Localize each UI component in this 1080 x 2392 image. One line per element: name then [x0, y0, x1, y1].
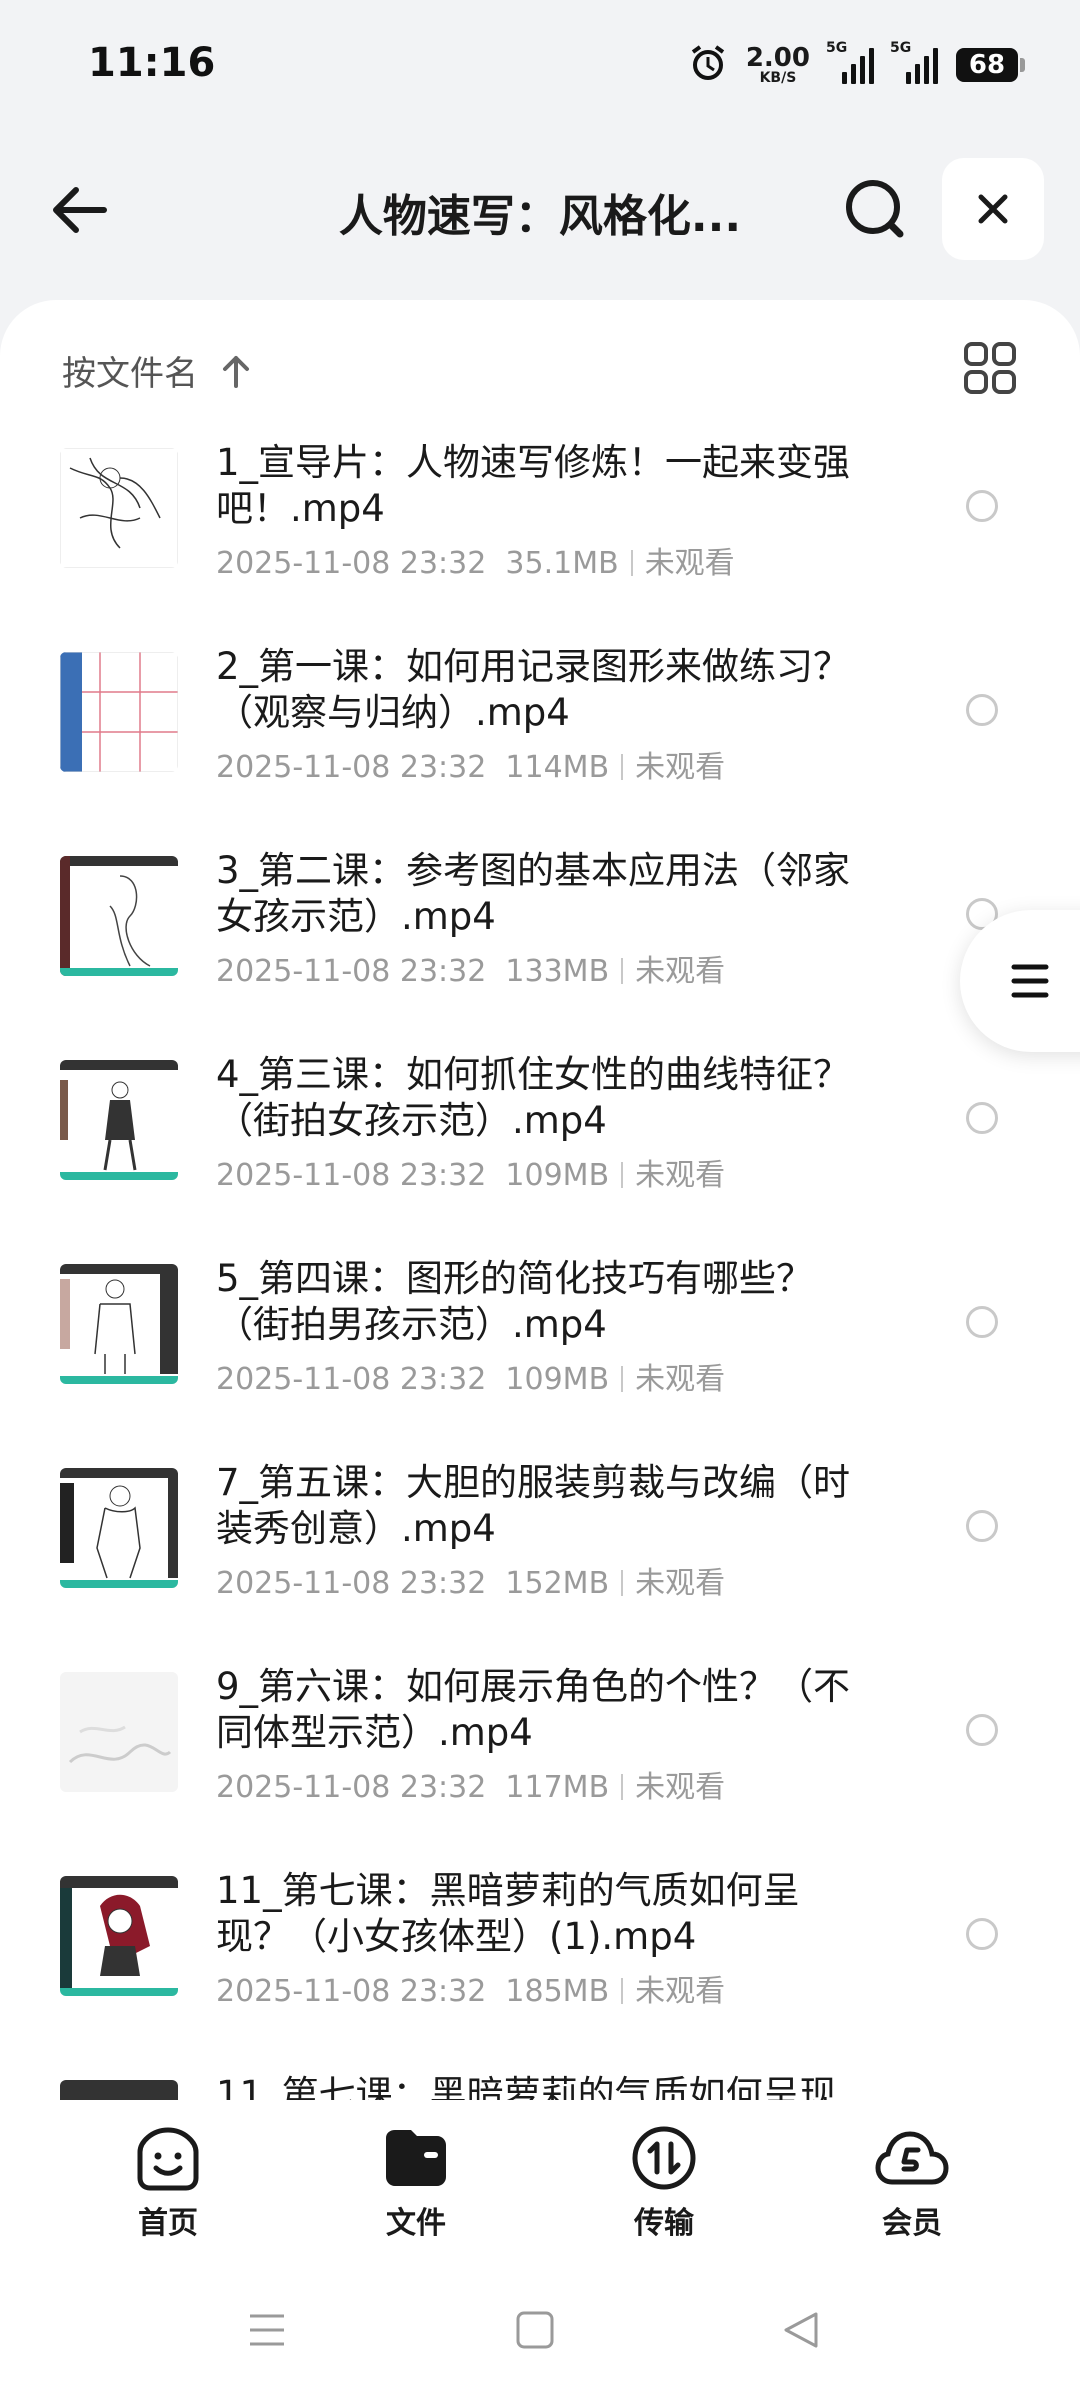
search-icon — [846, 180, 904, 238]
signal-icon: 5G — [826, 40, 874, 84]
grid-view-button[interactable] — [962, 340, 1018, 396]
status-bar: 11:16 2.00 KB/S 5G 5G 68 — [0, 0, 1080, 130]
file-name: 1_宣导片：人物速写修炼！一起来变强吧！.mp4 — [216, 441, 851, 530]
nav-transfer[interactable]: 传输 — [589, 2124, 739, 2242]
file-meta: 2025-11-08 23:32 185MB 未观看 — [216, 1974, 726, 2009]
status-time: 11:16 — [88, 40, 216, 86]
back-triangle-icon — [784, 2312, 818, 2348]
system-nav — [0, 2260, 1080, 2392]
header: 人物速写：风格化... — [0, 150, 1080, 270]
file-item[interactable]: 5_第四课：图形的简化技巧有哪些？（街拍男孩示范）.mp4 2025-11-08… — [0, 1256, 1080, 1460]
file-item[interactable]: 1_宣导片：人物速写修炼！一起来变强吧！.mp4 2025-11-08 23:3… — [0, 440, 1080, 644]
file-name: 11_第七课：黑暗萝莉的气质如何呈现？（小女孩体型）(1).mp4 — [216, 1869, 800, 1958]
video-thumbnail — [60, 1468, 178, 1588]
file-meta: 2025-11-08 23:32 117MB 未观看 — [216, 1770, 726, 1805]
video-thumbnail — [60, 856, 178, 976]
file-name: 5_第四课：图形的简化技巧有哪些？（街拍男孩示范）.mp4 — [216, 1257, 814, 1346]
signal-icon-2: 5G — [890, 40, 938, 84]
grid-view-icon — [964, 342, 1016, 394]
bottom-nav: 首页 文件 传输 会员 — [0, 2100, 1080, 2260]
system-home-button[interactable] — [505, 2300, 565, 2360]
battery-icon: 68 — [956, 48, 1025, 82]
alarm-icon — [688, 43, 728, 87]
select-checkbox[interactable] — [966, 490, 998, 522]
video-thumbnail — [60, 1060, 178, 1180]
network-speed: 2.00 KB/S — [745, 43, 810, 86]
transfer-icon — [632, 2126, 696, 2190]
system-back-button[interactable] — [770, 2300, 830, 2360]
file-item[interactable]: 7_第五课：大胆的服装剪裁与改编（时装秀创意）.mp4 2025-11-08 2… — [0, 1460, 1080, 1664]
nav-home[interactable]: 首页 — [93, 2124, 243, 2242]
vip-cloud-icon — [875, 2131, 949, 2185]
page-title: 人物速写：风格化... — [338, 191, 742, 242]
close-button[interactable] — [942, 158, 1044, 260]
file-item[interactable]: 11_第七课：黑暗萝莉的气质如何呈现 — [0, 2072, 1080, 2100]
file-meta: 2025-11-08 23:32 109MB 未观看 — [216, 1362, 726, 1397]
menu-icon — [250, 2314, 284, 2346]
video-thumbnail — [60, 1672, 178, 1792]
video-thumbnail — [60, 2080, 178, 2100]
nav-vip[interactable]: 会员 — [837, 2124, 987, 2242]
select-checkbox[interactable] — [966, 694, 998, 726]
sort-control[interactable]: 按文件名 — [62, 346, 252, 395]
file-name: 9_第六课：如何展示角色的个性？（不同体型示范）.mp4 — [216, 1665, 851, 1754]
file-item[interactable]: 9_第六课：如何展示角色的个性？（不同体型示范）.mp4 2025-11-08 … — [0, 1664, 1080, 1868]
home-face-icon — [137, 2127, 199, 2191]
file-meta: 2025-11-08 23:32 133MB 未观看 — [216, 954, 726, 989]
file-item[interactable]: 4_第三课：如何抓住女性的曲线特征？（街拍女孩示范）.mp4 2025-11-0… — [0, 1052, 1080, 1256]
select-checkbox[interactable] — [966, 1714, 998, 1746]
system-menu-button[interactable] — [237, 2300, 297, 2360]
file-meta: 2025-11-08 23:32 109MB 未观看 — [216, 1158, 726, 1193]
file-panel: 按文件名 1_宣导片：人物速写修炼！一起来变强吧！.mp4 2025-11-08… — [0, 300, 1080, 2100]
file-item[interactable]: 11_第七课：黑暗萝莉的气质如何呈现？（小女孩体型）(1).mp4 2025-1… — [0, 1868, 1080, 2072]
file-meta: 2025-11-08 23:32 114MB 未观看 — [216, 750, 726, 785]
menu-icon — [1011, 964, 1049, 998]
file-item[interactable]: 3_第二课：参考图的基本应用法（邻家女孩示范）.mp4 2025-11-08 2… — [0, 848, 1080, 1052]
sort-label: 按文件名 — [62, 354, 198, 394]
search-button[interactable] — [836, 170, 916, 250]
folder-icon — [386, 2130, 446, 2186]
nav-files[interactable]: 文件 — [341, 2124, 491, 2242]
file-name: 3_第二课：参考图的基本应用法（邻家女孩示范）.mp4 — [216, 849, 851, 938]
video-thumbnail — [60, 652, 178, 772]
video-thumbnail — [60, 1264, 178, 1384]
file-item[interactable]: 2_第一课：如何用记录图形来做练习？（观察与归纳）.mp4 2025-11-08… — [0, 644, 1080, 848]
arrow-left-icon — [53, 187, 107, 233]
file-name: 2_第一课：如何用记录图形来做练习？（观察与归纳）.mp4 — [216, 645, 851, 734]
file-meta: 2025-11-08 23:32 152MB 未观看 — [216, 1566, 726, 1601]
back-button[interactable] — [42, 170, 122, 250]
status-icons: 2.00 KB/S 5G 5G 68 — [688, 40, 1025, 90]
select-checkbox[interactable] — [966, 1102, 998, 1134]
home-square-icon — [516, 2311, 554, 2349]
select-checkbox[interactable] — [966, 1306, 998, 1338]
file-meta: 2025-11-08 23:32 35.1MB 未观看 — [216, 546, 735, 581]
file-name: 7_第五课：大胆的服装剪裁与改编（时装秀创意）.mp4 — [216, 1461, 851, 1550]
arrow-up-icon — [223, 355, 249, 388]
file-name: 4_第三课：如何抓住女性的曲线特征？（街拍女孩示范）.mp4 — [216, 1053, 851, 1142]
file-name: 11_第七课：黑暗萝莉的气质如何呈现 — [216, 2073, 837, 2100]
select-checkbox[interactable] — [966, 1510, 998, 1542]
close-icon — [978, 194, 1008, 224]
video-thumbnail — [60, 448, 178, 568]
select-checkbox[interactable] — [966, 1918, 998, 1950]
video-thumbnail — [60, 1876, 178, 1996]
